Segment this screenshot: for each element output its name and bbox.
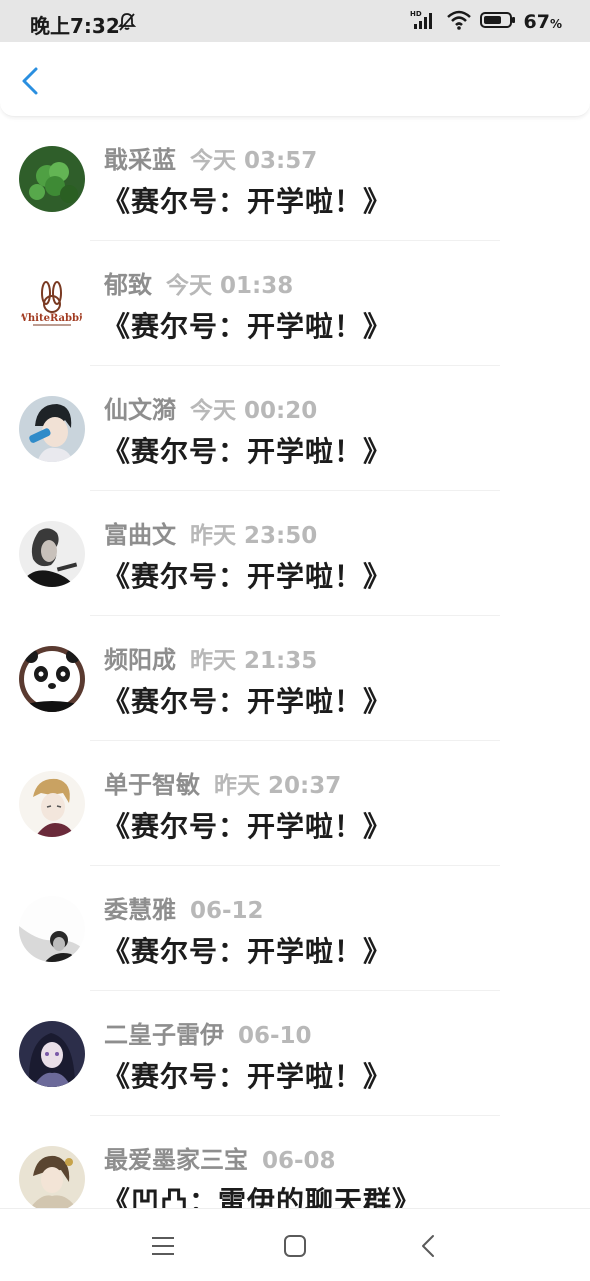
message-time: 昨天 20:37 xyxy=(214,773,342,799)
message-title: 《赛尔号：开学啦！》 xyxy=(102,435,393,468)
sender-name: 频阳成 xyxy=(104,646,176,674)
avatar xyxy=(19,1021,85,1087)
list-item[interactable]: 委慧雅 06-12 《赛尔号：开学啦！》 xyxy=(0,866,590,991)
back-button[interactable] xyxy=(14,64,48,98)
system-back-button[interactable] xyxy=(414,1231,444,1261)
list-item[interactable]: 频阳成 昨天 21:35 《赛尔号：开学啦！》 xyxy=(0,616,590,741)
avatar xyxy=(19,771,85,837)
avatar xyxy=(19,396,85,462)
list-item[interactable]: 最爱墨家三宝 06-08 《凹凸：雷伊的聊天群》 xyxy=(0,1116,590,1208)
message-time: 今天 03:57 xyxy=(190,148,318,174)
list-item[interactable]: 单于智敏 昨天 20:37 《赛尔号：开学啦！》 xyxy=(0,741,590,866)
message-time: 06-08 xyxy=(262,1148,336,1174)
avatar xyxy=(19,896,85,962)
status-time: 晚上7:32 xyxy=(30,14,120,38)
svg-text:HD: HD xyxy=(410,10,422,18)
avatar xyxy=(19,521,85,587)
list-item[interactable]: 富曲文 昨天 23:50 《赛尔号：开学啦！》 xyxy=(0,491,590,616)
sender-name: 委慧雅 xyxy=(104,896,176,924)
message-title: 《凹凸：雷伊的聊天群》 xyxy=(102,1185,422,1208)
mute-bell-icon xyxy=(117,12,137,36)
message-title: 《赛尔号：开学啦！》 xyxy=(102,685,393,718)
sender-name: 最爱墨家三宝 xyxy=(104,1146,248,1174)
message-title: 《赛尔号：开学啦！》 xyxy=(102,310,393,343)
message-time: 今天 01:38 xyxy=(166,273,294,299)
avatar xyxy=(19,646,85,712)
avatar: WhiteRabbit xyxy=(19,271,85,337)
battery-percent: 67% xyxy=(523,11,562,33)
sender-name: 郁致 xyxy=(104,271,152,299)
list-item[interactable]: 戢采蓝 今天 03:57 《赛尔号：开学啦！》 xyxy=(0,116,590,241)
list-item[interactable]: WhiteRabbit 郁致 今天 01:38 《赛尔号：开学啦！》 xyxy=(0,241,590,366)
back-triangle-icon xyxy=(422,1235,434,1257)
avatar xyxy=(19,1146,85,1208)
sender-name: 二皇子雷伊 xyxy=(104,1021,224,1049)
message-title: 《赛尔号：开学啦！》 xyxy=(102,560,393,593)
sender-name: 仙文漪 xyxy=(104,396,176,424)
home-square-icon xyxy=(284,1235,306,1257)
system-nav-bar xyxy=(0,1208,590,1281)
message-list[interactable]: 戢采蓝 今天 03:57 《赛尔号：开学啦！》 WhiteRabbit 郁致 今天 … xyxy=(0,116,590,1208)
sender-name: 单于智敏 xyxy=(104,771,200,799)
list-item[interactable]: 仙文漪 今天 00:20 《赛尔号：开学啦！》 xyxy=(0,366,590,491)
logo-text: WhiteRabbit xyxy=(19,313,85,324)
sender-name: 戢采蓝 xyxy=(104,146,176,174)
message-time: 06-10 xyxy=(238,1023,312,1049)
menu-button[interactable] xyxy=(148,1231,178,1261)
wifi-icon xyxy=(446,9,472,35)
header-bar xyxy=(0,42,590,117)
avatar xyxy=(19,146,85,212)
battery-icon xyxy=(479,10,516,34)
message-title: 《赛尔号：开学啦！》 xyxy=(102,935,393,968)
message-time: 今天 00:20 xyxy=(190,398,318,424)
menu-icon xyxy=(152,1237,174,1255)
message-time: 昨天 23:50 xyxy=(190,523,318,549)
status-bar: 晚上7:32 HD 67% xyxy=(0,0,590,42)
home-button[interactable] xyxy=(280,1231,310,1261)
message-title: 《赛尔号：开学啦！》 xyxy=(102,810,393,843)
message-time: 昨天 21:35 xyxy=(190,648,318,674)
chevron-left-icon xyxy=(22,67,38,95)
message-title: 《赛尔号：开学啦！》 xyxy=(102,1060,393,1093)
list-item[interactable]: 二皇子雷伊 06-10 《赛尔号：开学啦！》 xyxy=(0,991,590,1116)
message-title: 《赛尔号：开学啦！》 xyxy=(102,185,393,218)
message-time: 06-12 xyxy=(190,898,264,924)
sender-name: 富曲文 xyxy=(104,521,176,549)
signal-icon: HD xyxy=(410,9,438,35)
